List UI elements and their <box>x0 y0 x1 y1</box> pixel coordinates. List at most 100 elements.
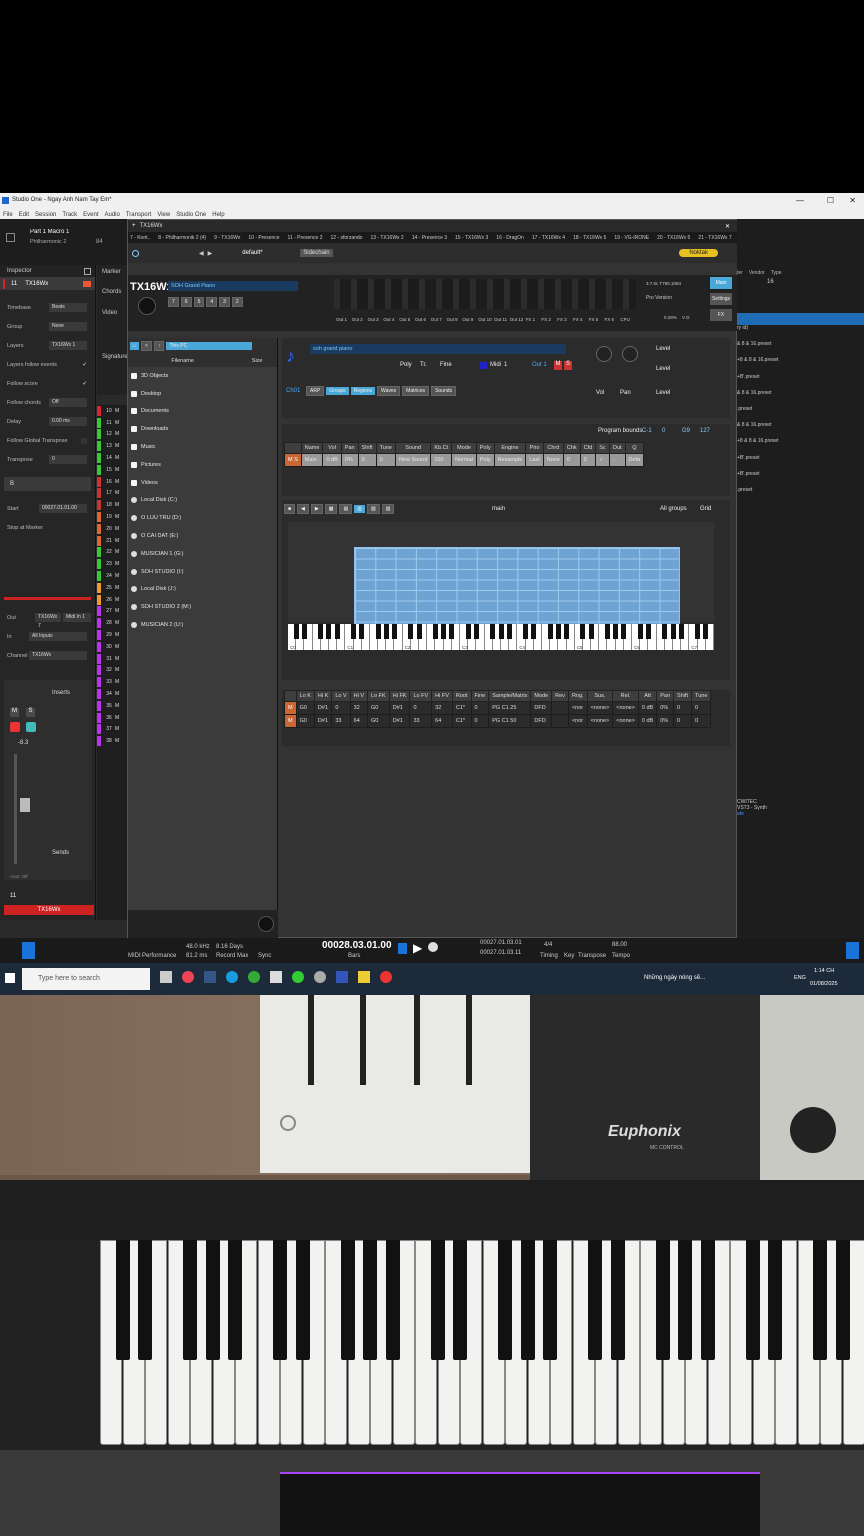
menu-session[interactable]: Session <box>35 212 56 218</box>
track-mute-icon[interactable]: M <box>115 620 119 626</box>
menu-event[interactable]: Event <box>83 212 98 218</box>
browser-item[interactable]: Downloads <box>128 420 277 438</box>
preset-item[interactable]: +B'.preset <box>737 374 864 390</box>
program-solo[interactable]: S <box>564 361 572 370</box>
time-signature[interactable]: 4/4 <box>544 942 552 948</box>
track-row[interactable]: 35 M <box>97 700 127 712</box>
chrome-icon[interactable] <box>248 971 260 983</box>
track-row[interactable]: 10 M <box>97 405 127 417</box>
track-mute-icon[interactable]: M <box>115 549 119 555</box>
zone-col[interactable]: Hi FV <box>431 690 453 702</box>
zone-col[interactable]: Lo V <box>331 690 351 702</box>
track-mute-icon[interactable]: M <box>115 597 119 603</box>
explorer-icon[interactable] <box>358 971 370 983</box>
zone-col[interactable]: Hi K <box>313 690 333 702</box>
track-mute-icon[interactable]: M <box>115 490 119 496</box>
track-mute-icon[interactable]: M <box>115 691 119 697</box>
group-cell[interactable]: 0 <box>579 453 597 467</box>
browser-item[interactable]: O LUU TRU (D:) <box>128 509 277 527</box>
group-cell[interactable]: Resample <box>493 453 527 467</box>
track-row[interactable]: 12 M <box>97 429 127 441</box>
black-key[interactable] <box>326 624 332 639</box>
b-field[interactable]: B <box>4 477 91 491</box>
group-cell[interactable]: None <box>542 453 564 467</box>
poly-select[interactable]: Poly <box>400 362 412 368</box>
plugin-tab[interactable]: 18 - TX16Wx 5 <box>573 235 606 241</box>
delay-field[interactable]: 0.00 ms <box>49 417 87 426</box>
menu-audio[interactable]: Audio <box>105 212 120 218</box>
track-mute-icon[interactable]: M <box>115 514 119 520</box>
track-row[interactable]: 30 M <box>97 641 127 653</box>
group-col[interactable]: Chrd <box>542 442 564 454</box>
group-col[interactable]: Sc <box>595 442 610 454</box>
zone-cell[interactable]: 0% <box>656 701 675 715</box>
black-key[interactable] <box>621 624 627 639</box>
black-key[interactable] <box>465 624 471 639</box>
group-col[interactable]: Shift <box>357 442 377 454</box>
zone-cell[interactable]: 32 <box>431 701 453 715</box>
plugin-tab[interactable]: 17 - TX16Wx 4 <box>532 235 565 241</box>
browser-item[interactable]: SOH STUDIO (I:) <box>128 563 277 581</box>
track-mute-icon[interactable]: M <box>115 573 119 579</box>
black-key[interactable] <box>662 624 668 639</box>
record-arm-button[interactable] <box>10 722 20 732</box>
track-row[interactable]: 13 M <box>97 440 127 452</box>
perf-btn-6[interactable]: 2 <box>231 297 243 307</box>
preset-item[interactable]: & 8 & 16.preset <box>737 422 864 438</box>
monitor-button[interactable] <box>26 722 36 732</box>
tab-waves[interactable]: Waves <box>377 386 401 396</box>
group-cell[interactable]: 100 <box>430 453 453 467</box>
instrument-icon[interactable] <box>83 280 91 287</box>
zone-cell[interactable]: 0% <box>656 714 675 728</box>
zone-cell[interactable]: 0 <box>673 714 693 728</box>
zone-col[interactable]: Lo K <box>295 690 315 702</box>
black-key[interactable] <box>293 624 299 639</box>
record-icon[interactable] <box>428 942 438 952</box>
track-row[interactable]: 34 M <box>97 688 127 700</box>
zone-cell[interactable]: G0 <box>367 701 390 715</box>
black-key[interactable] <box>555 624 561 639</box>
browser-item[interactable]: Videos <box>128 474 277 492</box>
plugin-tab[interactable]: 10 - Presence <box>248 235 279 241</box>
zone-col[interactable]: Tune <box>691 690 712 702</box>
browser-item[interactable]: 3D Objects <box>128 367 277 385</box>
studio-one-icon[interactable] <box>336 971 348 983</box>
automation-mode[interactable]: Auto: Off <box>10 874 28 879</box>
track-row[interactable]: 17 M <box>97 488 127 500</box>
zone-col[interactable]: Rng. <box>567 690 588 702</box>
loop-end[interactable]: 00027.01.03.11 <box>480 950 521 956</box>
close-button[interactable]: ✕ <box>849 196 856 205</box>
zone-cell[interactable]: 0 dB <box>637 714 658 728</box>
editor-tool-8[interactable]: ▨ <box>381 504 395 514</box>
firefox-icon[interactable] <box>182 971 194 983</box>
tr-field[interactable]: Tr. <box>420 362 427 368</box>
plugin-tab[interactable]: 9 - TX16Wx <box>214 235 240 241</box>
tab-chords[interactable]: Chords <box>97 289 127 310</box>
group-col[interactable]: Kb.Ct <box>430 442 453 454</box>
channel-label[interactable]: Ch01 <box>286 388 300 394</box>
track-row[interactable]: 11 M <box>97 417 127 429</box>
browser-item[interactable]: MUSICIAN 2 (U:) <box>128 616 277 634</box>
editor-tool-3[interactable]: ▶ <box>310 504 323 514</box>
track-mute-icon[interactable]: M <box>115 408 119 414</box>
channel-select[interactable]: TX16Wx <box>29 651 87 660</box>
black-key[interactable] <box>432 624 438 639</box>
black-key[interactable] <box>359 624 365 639</box>
tab-sounds[interactable]: Sounds <box>431 386 457 396</box>
group-col[interactable]: Sound <box>394 442 432 454</box>
plugin-keyboard[interactable]: C0C1C2C3C4C5C6C7C8 <box>288 624 755 650</box>
editor-tool-7[interactable]: ▧ <box>366 504 380 514</box>
menu-file[interactable]: File <box>3 212 13 218</box>
zone-cell[interactable]: G0 <box>295 714 315 728</box>
capcut-icon[interactable] <box>270 971 282 983</box>
browser-item[interactable]: MUSICIAN 1 (G:) <box>128 545 277 563</box>
group-row-main[interactable]: M S Main 0 dB 0% 0 0 New Sound 100 Normal Poly Res… <box>284 453 645 467</box>
black-key[interactable] <box>637 624 643 639</box>
zone-cell[interactable]: DFD <box>530 701 553 715</box>
track-mute-icon[interactable]: M <box>115 608 119 614</box>
pb-hi-vel[interactable]: 127 <box>700 428 710 434</box>
black-key[interactable] <box>506 624 512 639</box>
track-mute-icon[interactable]: M <box>115 455 119 461</box>
zone-cell[interactable]: 0 <box>409 701 433 715</box>
track-row[interactable]: 19 M <box>97 511 127 523</box>
